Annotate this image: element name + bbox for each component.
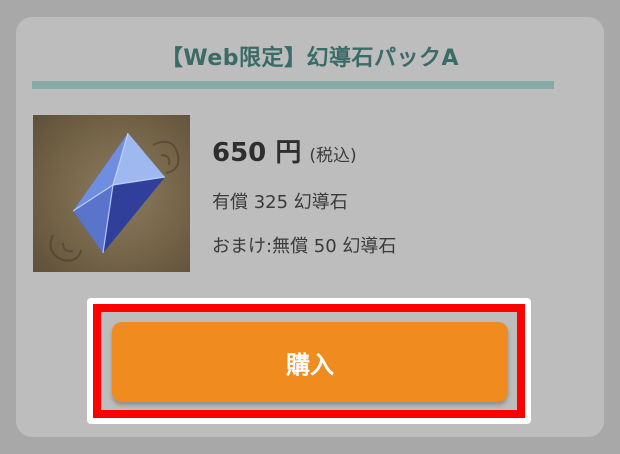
paid-stones-line: 有償 325 幻導石 (212, 192, 348, 213)
buy-button[interactable]: 購入 (112, 322, 508, 402)
tax-note: (税込) (309, 146, 357, 166)
crystal-gem-icon (33, 115, 190, 272)
product-title: 【Web限定】幻導石パックA (160, 46, 460, 71)
price-value: 650 円 (212, 138, 302, 168)
title-divider (32, 81, 554, 89)
bonus-stones-line: おまけ:無償 50 幻導石 (212, 236, 397, 257)
price-row: 650 円 (税込) (212, 132, 357, 169)
